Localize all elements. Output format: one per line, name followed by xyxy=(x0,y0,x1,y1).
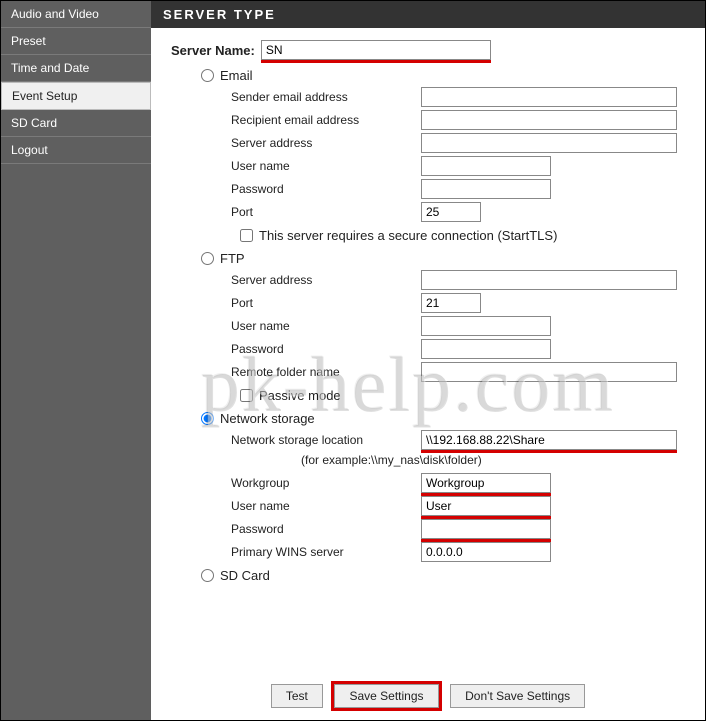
email-sender-label: Sender email address xyxy=(231,90,421,104)
ns-location-label: Network storage location xyxy=(231,433,421,447)
ns-example-helper: (for example:\\my_nas\disk\folder) xyxy=(301,453,695,467)
sidebar-item-audio-video[interactable]: Audio and Video xyxy=(1,1,151,28)
ns-wins-label: Primary WINS server xyxy=(231,545,421,559)
dont-save-button[interactable]: Don't Save Settings xyxy=(450,684,585,708)
radio-sd-card-label: SD Card xyxy=(220,568,270,583)
ftp-server-label: Server address xyxy=(231,273,421,287)
ftp-remote-folder-label: Remote folder name xyxy=(231,365,421,379)
sidebar-item-time-date[interactable]: Time and Date xyxy=(1,55,151,82)
ftp-passive-label: Passive mode xyxy=(259,388,341,403)
sidebar-item-logout[interactable]: Logout xyxy=(1,137,151,164)
ftp-group: Server address Port User name Password R… xyxy=(231,270,695,382)
footer: Test Save Settings Don't Save Settings xyxy=(161,674,695,710)
email-server-label: Server address xyxy=(231,136,421,150)
email-user-input[interactable] xyxy=(421,156,551,176)
email-starttls-checkbox[interactable] xyxy=(240,229,253,242)
radio-ftp-label: FTP xyxy=(220,251,245,266)
save-button[interactable]: Save Settings xyxy=(334,684,438,708)
content-area: Server Name: Email Sender email address … xyxy=(161,40,695,674)
ns-workgroup-label: Workgroup xyxy=(231,476,421,490)
ftp-passive-checkbox[interactable] xyxy=(240,389,253,402)
ns-password-input[interactable] xyxy=(421,519,551,539)
radio-sd-card[interactable] xyxy=(201,569,214,582)
ns-location-input[interactable] xyxy=(421,430,677,450)
sidebar-item-sd-card[interactable]: SD Card xyxy=(1,110,151,137)
main-panel: SERVER TYPE Server Name: Email Sender em… xyxy=(151,1,705,720)
email-sender-input[interactable] xyxy=(421,87,677,107)
email-group: Sender email address Recipient email add… xyxy=(231,87,695,222)
email-password-input[interactable] xyxy=(421,179,551,199)
ns-user-label: User name xyxy=(231,499,421,513)
radio-ftp[interactable] xyxy=(201,252,214,265)
sidebar-item-event-setup[interactable]: Event Setup xyxy=(1,82,151,110)
radio-email[interactable] xyxy=(201,69,214,82)
server-name-input[interactable] xyxy=(261,40,491,60)
email-server-input[interactable] xyxy=(421,133,677,153)
ftp-user-label: User name xyxy=(231,319,421,333)
email-port-label: Port xyxy=(231,205,421,219)
radio-email-label: Email xyxy=(220,68,253,83)
ns-password-label: Password xyxy=(231,522,421,536)
email-port-input[interactable] xyxy=(421,202,481,222)
ftp-server-input[interactable] xyxy=(421,270,677,290)
ftp-port-label: Port xyxy=(231,296,421,310)
panel-title: SERVER TYPE xyxy=(151,1,705,28)
radio-network-storage[interactable] xyxy=(201,412,214,425)
sidebar-item-preset[interactable]: Preset xyxy=(1,28,151,55)
email-password-label: Password xyxy=(231,182,421,196)
ns-workgroup-input[interactable] xyxy=(421,473,551,493)
email-recipient-label: Recipient email address xyxy=(231,113,421,127)
test-button[interactable]: Test xyxy=(271,684,323,708)
ftp-port-input[interactable] xyxy=(421,293,481,313)
ftp-remote-folder-input[interactable] xyxy=(421,362,677,382)
ftp-password-input[interactable] xyxy=(421,339,551,359)
radio-network-storage-label: Network storage xyxy=(220,411,315,426)
ftp-password-label: Password xyxy=(231,342,421,356)
ftp-user-input[interactable] xyxy=(421,316,551,336)
ns-user-input[interactable] xyxy=(421,496,551,516)
ns-wins-input[interactable] xyxy=(421,542,551,562)
email-starttls-label: This server requires a secure connection… xyxy=(259,228,557,243)
email-recipient-input[interactable] xyxy=(421,110,677,130)
server-name-label: Server Name: xyxy=(171,43,255,58)
email-user-label: User name xyxy=(231,159,421,173)
network-storage-group: Network storage location (for example:\\… xyxy=(231,430,695,562)
sidebar: Audio and Video Preset Time and Date Eve… xyxy=(1,1,151,720)
